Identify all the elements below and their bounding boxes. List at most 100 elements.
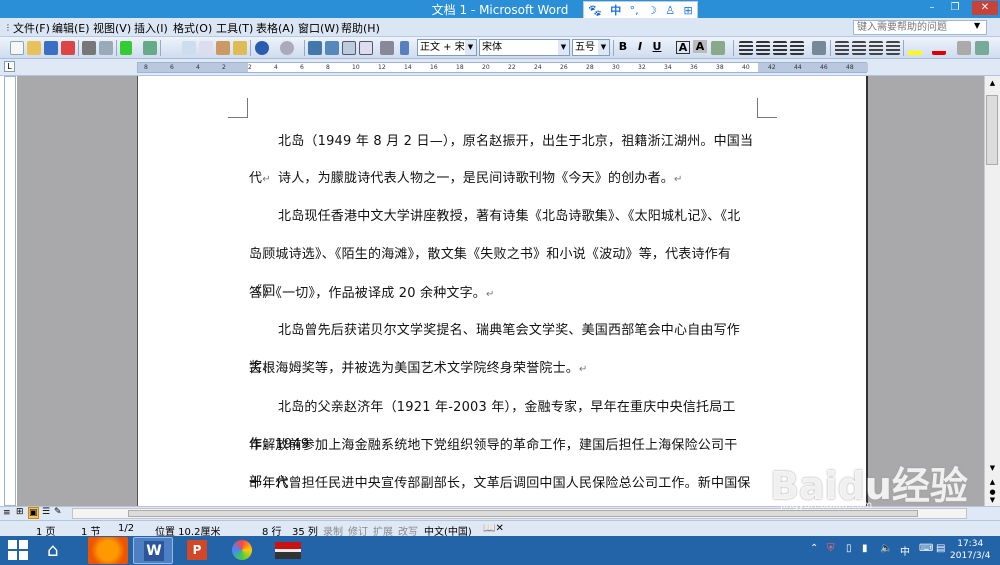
minimize-button[interactable]: – [922, 1, 942, 15]
char-scale-icon[interactable] [711, 41, 725, 55]
paint-app-icon[interactable] [222, 537, 262, 564]
style-select[interactable]: 正文 + 宋体 ▼ [417, 39, 477, 56]
menu-tools[interactable]: 工具(T) [216, 20, 253, 36]
align-center-icon[interactable] [756, 41, 770, 55]
redo-icon[interactable] [280, 41, 294, 55]
cut-icon[interactable] [182, 41, 196, 55]
windows-start-icon[interactable] [8, 540, 28, 560]
new-document-icon[interactable] [10, 41, 24, 55]
tray-network-icon[interactable]: ▮ [862, 543, 868, 554]
char-shading-button[interactable]: A [693, 40, 707, 53]
align-left-icon[interactable] [739, 41, 753, 55]
chevron-down-icon[interactable]: ▼ [598, 40, 609, 55]
tray-battery-icon[interactable]: ▯ [846, 543, 852, 554]
moon-icon[interactable]: ☽ [647, 4, 657, 17]
menu-insert[interactable]: 插入(I) [134, 20, 168, 36]
print-layout-icon[interactable]: ▣ [28, 507, 39, 519]
outline-view-icon[interactable]: ☰ [42, 507, 50, 517]
spelling-icon[interactable] [120, 41, 132, 55]
columns-icon[interactable] [380, 41, 394, 55]
justify-icon[interactable] [790, 41, 804, 55]
punctuation-icon[interactable]: °, [630, 4, 639, 17]
help-dropdown-icon[interactable]: ▼ [974, 21, 980, 30]
close-button[interactable]: ✕ [972, 1, 998, 15]
insert-excel-icon[interactable] [359, 41, 373, 55]
font-size-select[interactable]: 五号 ▼ [572, 39, 610, 56]
horizontal-ruler[interactable]: 8 6 4 2 2 4 6 8 10 12 14 16 18 20 22 24 26 28 30 32 34 36 38 40… [137, 62, 868, 73]
save-icon[interactable] [44, 41, 58, 55]
browser-app-icon[interactable] [88, 537, 128, 564]
taskbar-clock[interactable]: 17:34 2017/3/4 [950, 538, 990, 562]
numbering-icon[interactable] [835, 41, 849, 55]
hyperlink-icon[interactable] [308, 41, 322, 55]
tables-borders-icon[interactable] [325, 41, 339, 55]
paragraph[interactable]: 古根海姆奖等，并被选为美国艺术文学院终身荣誉院士。↵ [249, 350, 757, 388]
bullets-icon[interactable] [852, 41, 866, 55]
paw-icon[interactable]: 🐾 [588, 4, 602, 17]
research-icon[interactable] [143, 41, 157, 55]
line-spacing-icon[interactable] [812, 41, 826, 55]
align-right-icon[interactable] [773, 41, 787, 55]
tray-notification-icon[interactable]: ▤ [936, 543, 945, 554]
image-viewer-app-icon[interactable] [267, 537, 307, 564]
print-preview-icon[interactable] [99, 41, 113, 55]
menu-window[interactable]: 窗口(W) [298, 20, 339, 36]
italic-button[interactable]: I [633, 40, 647, 53]
status-pages[interactable]: 1/2 [118, 523, 134, 534]
underline-button[interactable]: U [650, 40, 664, 53]
highlight-icon[interactable] [908, 41, 922, 55]
tab-selector[interactable]: L [4, 61, 15, 72]
ime-lang-toggle[interactable]: 中 [610, 2, 621, 18]
undo-icon[interactable] [255, 41, 269, 55]
print-icon[interactable] [82, 41, 96, 55]
select-browse-object-icon[interactable]: ● [985, 488, 1000, 496]
paragraph[interactable]: 北岛现任香港中文大学讲座教授，著有诗集《北岛诗歌集》、《太阳城札记》、《北 [249, 198, 757, 235]
permission-icon[interactable] [61, 41, 75, 55]
powerpoint-app-icon[interactable]: P [177, 537, 217, 564]
vertical-scroll-thumb[interactable] [986, 95, 998, 165]
bold-button[interactable]: B [616, 40, 630, 53]
help-search-input[interactable]: 键入需要帮助的问题 [853, 20, 987, 35]
menu-file[interactable]: 文件(F) [13, 20, 50, 36]
char-border-button[interactable]: A [676, 41, 690, 54]
ime-toolbar[interactable]: 🐾 中 °, ☽ ♙ ⊞ [583, 1, 698, 19]
font-select[interactable]: 宋体 ▼ [479, 39, 570, 56]
menu-view[interactable]: 视图(V) [93, 20, 131, 36]
menu-table[interactable]: 表格(A) [256, 20, 294, 36]
scroll-down-icon[interactable]: ▼ [985, 464, 1000, 472]
paste-icon[interactable] [216, 41, 230, 55]
chevron-down-icon[interactable]: ▼ [558, 40, 569, 55]
insert-table-icon[interactable] [342, 41, 356, 55]
paragraph[interactable]: 答》《一切》，作品被译成 20 余种文字。↵ [249, 275, 757, 313]
enclose-char-icon[interactable] [975, 41, 989, 55]
format-painter-icon[interactable] [233, 41, 247, 55]
spelling-status-icon[interactable]: 📖✕ [483, 523, 504, 534]
open-folder-icon[interactable] [27, 41, 41, 55]
copy-icon[interactable] [199, 41, 213, 55]
reading-view-icon[interactable]: ✎ [54, 507, 62, 517]
home-icon[interactable]: ⌂ [47, 540, 58, 561]
scroll-up-icon[interactable]: ▲ [985, 76, 1000, 90]
next-page-icon[interactable]: ▼ [985, 496, 1000, 504]
tray-keyboard-icon[interactable]: ⌨ [919, 543, 933, 554]
user-icon[interactable]: ♙ [665, 4, 675, 17]
horizontal-scroll-thumb[interactable] [128, 510, 918, 517]
font-color-icon[interactable] [932, 41, 946, 55]
menu-edit[interactable]: 编辑(E) [52, 20, 90, 36]
tray-ime-indicator[interactable]: 中 [900, 543, 910, 558]
increase-indent-icon[interactable] [886, 41, 900, 55]
menu-format[interactable]: 格式(O) [173, 20, 212, 36]
prev-page-icon[interactable]: ▲ [985, 478, 1000, 486]
vertical-ruler[interactable] [4, 76, 16, 506]
web-view-icon[interactable]: ⊞ [16, 507, 24, 517]
restore-button[interactable]: ❐ [945, 1, 965, 15]
tray-security-icon[interactable]: ⛨ [827, 543, 835, 554]
word-app-icon[interactable]: W [133, 537, 173, 564]
chevron-down-icon[interactable]: ▼ [465, 40, 476, 55]
grid-icon[interactable]: ⊞ [684, 4, 693, 17]
decrease-indent-icon[interactable] [869, 41, 883, 55]
phonetic-guide-icon[interactable] [957, 41, 971, 55]
tray-volume-icon[interactable]: 🔈 [880, 543, 892, 554]
paragraph[interactable]: 诗人，为朦胧诗代表人物之一，是民间诗歌刊物《今天》的创办者。↵ [249, 160, 757, 198]
menu-help[interactable]: 帮助(H) [341, 20, 380, 36]
